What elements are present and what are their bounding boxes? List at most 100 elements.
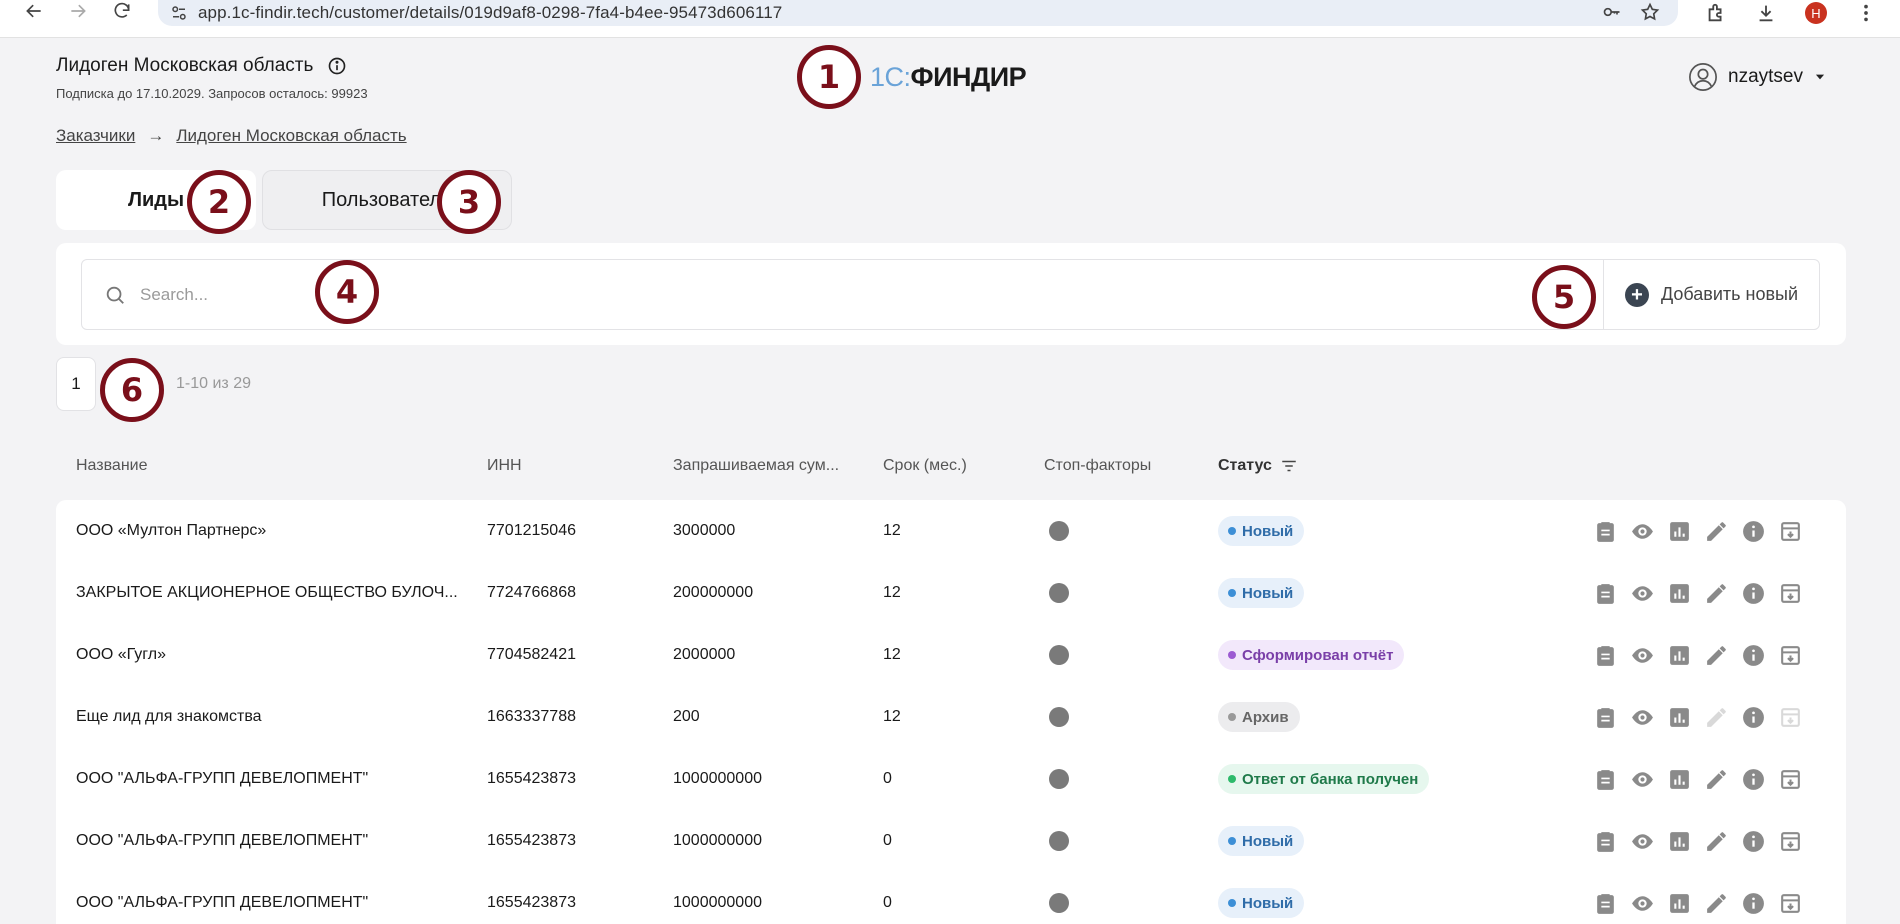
table-row[interactable]: ООО "АЛЬФА-ГРУПП ДЕВЕЛОПМЕНТ" 1655423873 1… (56, 748, 1846, 810)
archive-icon[interactable] (1778, 705, 1803, 730)
chart-icon[interactable] (1667, 643, 1692, 668)
clipboard-icon[interactable] (1593, 829, 1618, 854)
chart-icon[interactable] (1667, 581, 1692, 606)
add-new-label: Добавить новый (1660, 284, 1799, 304)
column-header-status-label: Статус (1218, 457, 1272, 474)
pencil-icon[interactable] (1704, 643, 1729, 668)
stop-factor-dot (1049, 583, 1069, 603)
eye-icon[interactable] (1630, 829, 1655, 854)
column-header-name[interactable]: Название (76, 457, 148, 475)
more-vertical-icon[interactable] (1855, 2, 1877, 24)
eye-icon[interactable] (1630, 643, 1655, 668)
eye-icon[interactable] (1630, 519, 1655, 544)
eye-icon[interactable] (1630, 705, 1655, 730)
eye-icon[interactable] (1630, 581, 1655, 606)
back-icon[interactable] (16, 0, 52, 30)
lead-inn: 7701215046 (487, 522, 576, 539)
chart-icon[interactable] (1667, 767, 1692, 792)
chevron-down-icon (1815, 74, 1825, 80)
archive-icon[interactable] (1778, 581, 1803, 606)
table-row[interactable]: ООО «Мултон Партнерс» 7701215046 3000000 12… (56, 500, 1846, 562)
info-icon[interactable] (1741, 581, 1766, 606)
chart-icon[interactable] (1667, 891, 1692, 916)
table-row[interactable]: ЗАКРЫТОЕ АКЦИОНЕРНОЕ ОБЩЕСТВО БУЛОЧ... 77… (56, 562, 1846, 624)
stop-factor-dot (1049, 707, 1069, 727)
profile-avatar[interactable]: Н (1805, 2, 1827, 24)
reload-icon[interactable] (104, 0, 140, 30)
lead-inn: 1663337788 (487, 708, 576, 725)
lead-term: 0 (883, 770, 892, 787)
info-icon[interactable] (1741, 767, 1766, 792)
star-icon[interactable] (1640, 2, 1660, 22)
archive-icon[interactable] (1778, 519, 1803, 544)
info-icon[interactable] (1741, 891, 1766, 916)
status-badge: Новый (1218, 578, 1305, 608)
status-label: Сформирован отчёт (1242, 646, 1394, 664)
breadcrumb-customers-link[interactable]: Заказчики (56, 126, 135, 146)
table-row[interactable]: ООО "АЛЬФА-ГРУПП ДЕВЕЛОПМЕНТ" 1655423873 1… (56, 872, 1846, 924)
column-header-status[interactable]: Статус (1218, 457, 1298, 475)
filter-icon[interactable] (1280, 457, 1298, 475)
url-text[interactable]: app.1c-findir.tech/customer/details/019d… (198, 3, 782, 23)
lead-name: ООО «Гугл» (76, 646, 166, 663)
pencil-icon[interactable] (1704, 705, 1729, 730)
pencil-icon[interactable] (1704, 891, 1729, 916)
clipboard-icon[interactable] (1593, 643, 1618, 668)
chart-icon[interactable] (1667, 829, 1692, 854)
clipboard-icon[interactable] (1593, 891, 1618, 916)
app-logo[interactable]: 1С:ФИНДИР (870, 62, 1027, 93)
user-menu[interactable]: nzaytsev (1688, 62, 1827, 92)
info-icon[interactable] (1741, 643, 1766, 668)
row-actions (1593, 686, 1803, 748)
lead-term: 12 (883, 522, 901, 539)
stop-factor-indicator (1049, 500, 1069, 562)
forward-icon[interactable] (60, 0, 96, 30)
pencil-icon[interactable] (1704, 519, 1729, 544)
info-icon[interactable] (1741, 705, 1766, 730)
pencil-icon[interactable] (1704, 581, 1729, 606)
clipboard-icon[interactable] (1593, 519, 1618, 544)
key-icon[interactable] (1602, 2, 1622, 22)
chart-icon[interactable] (1667, 705, 1692, 730)
archive-icon[interactable] (1778, 829, 1803, 854)
archive-icon[interactable] (1778, 891, 1803, 916)
lead-amount: 1000000000 (673, 832, 762, 849)
table-row[interactable]: Еще лид для знакомства 1663337788 200 12 Арх… (56, 686, 1846, 748)
eye-icon[interactable] (1630, 891, 1655, 916)
clipboard-icon[interactable] (1593, 581, 1618, 606)
archive-icon[interactable] (1778, 767, 1803, 792)
chart-icon[interactable] (1667, 519, 1692, 544)
clipboard-icon[interactable] (1593, 767, 1618, 792)
address-bar[interactable]: app.1c-findir.tech/customer/details/019d… (158, 0, 1678, 26)
table-row[interactable]: ООО «Гугл» 7704582421 2000000 12 Сформирован… (56, 624, 1846, 686)
extensions-icon[interactable] (1705, 2, 1727, 24)
pencil-icon[interactable] (1704, 829, 1729, 854)
table-row[interactable]: ООО "АЛЬФА-ГРУПП ДЕВЕЛОПМЕНТ" 1655423873 1… (56, 810, 1846, 872)
annotation-marker-4: 4 (315, 260, 379, 324)
archive-icon[interactable] (1778, 643, 1803, 668)
column-header-amount[interactable]: Запрашиваемая сум... (673, 457, 839, 475)
site-settings-icon[interactable] (170, 4, 188, 22)
status-label: Новый (1242, 894, 1294, 912)
eye-icon[interactable] (1630, 767, 1655, 792)
column-header-inn[interactable]: ИНН (487, 457, 522, 475)
column-header-term[interactable]: Срок (мес.) (883, 457, 967, 475)
lead-amount: 200000000 (673, 584, 754, 601)
plus-circle-icon: + (1624, 282, 1649, 307)
status-dot (1228, 775, 1236, 783)
info-icon[interactable] (1741, 829, 1766, 854)
page-button[interactable]: 1 (56, 357, 96, 411)
stop-factor-dot (1049, 769, 1069, 789)
pencil-icon[interactable] (1704, 767, 1729, 792)
info-icon[interactable] (1741, 519, 1766, 544)
status-cell: Сформирован отчёт (1218, 624, 1405, 686)
status-badge: Архив (1218, 702, 1300, 732)
status-dot (1228, 527, 1236, 535)
status-cell: Новый (1218, 810, 1305, 872)
download-icon[interactable] (1755, 2, 1777, 24)
breadcrumb-current-link[interactable]: Лидоген Московская область (176, 126, 406, 146)
info-icon[interactable] (327, 56, 347, 76)
add-new-button[interactable]: + Добавить новый (1603, 259, 1820, 330)
column-header-stop-factors[interactable]: Стоп-факторы (1044, 457, 1151, 475)
clipboard-icon[interactable] (1593, 705, 1618, 730)
